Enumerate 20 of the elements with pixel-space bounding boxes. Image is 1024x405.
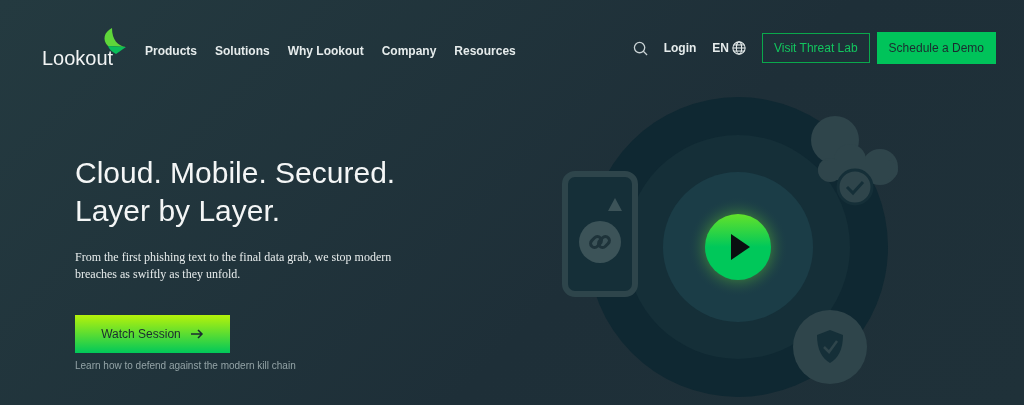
caption: Learn how to defend against the modern kill chain	[75, 360, 297, 371]
nav-link[interactable]: Products	[145, 44, 197, 58]
nav-link[interactable]: Solutions	[215, 44, 270, 58]
login-link[interactable]: Login	[663, 41, 697, 55]
arrow-icon	[190, 329, 204, 339]
schedule-demo-button[interactable]: Schedule a Demo	[876, 32, 996, 64]
logo-text: Lookout	[42, 47, 114, 70]
watch-session-button[interactable]: Watch Session	[75, 315, 230, 353]
visit-threat-lab-button[interactable]: Visit Threat Lab	[762, 33, 870, 63]
language-label[interactable]: EN	[712, 41, 729, 55]
play-button[interactable]	[705, 214, 771, 280]
headline: Cloud. Mobile. Secured.	[75, 155, 396, 191]
nav-link[interactable]: Company	[381, 44, 437, 58]
description: From the first phishing text to the final data grab, we stop modern breaches as swiftly as they unfold.	[75, 249, 393, 283]
headline: Layer by Layer.	[75, 193, 281, 229]
globe-icon[interactable]	[732, 41, 746, 55]
search-icon[interactable]	[632, 40, 648, 56]
nav-link[interactable]: Resources	[454, 44, 516, 58]
logo[interactable]: Lookout	[42, 26, 132, 70]
nav-link[interactable]: Why Lookout	[287, 44, 364, 58]
